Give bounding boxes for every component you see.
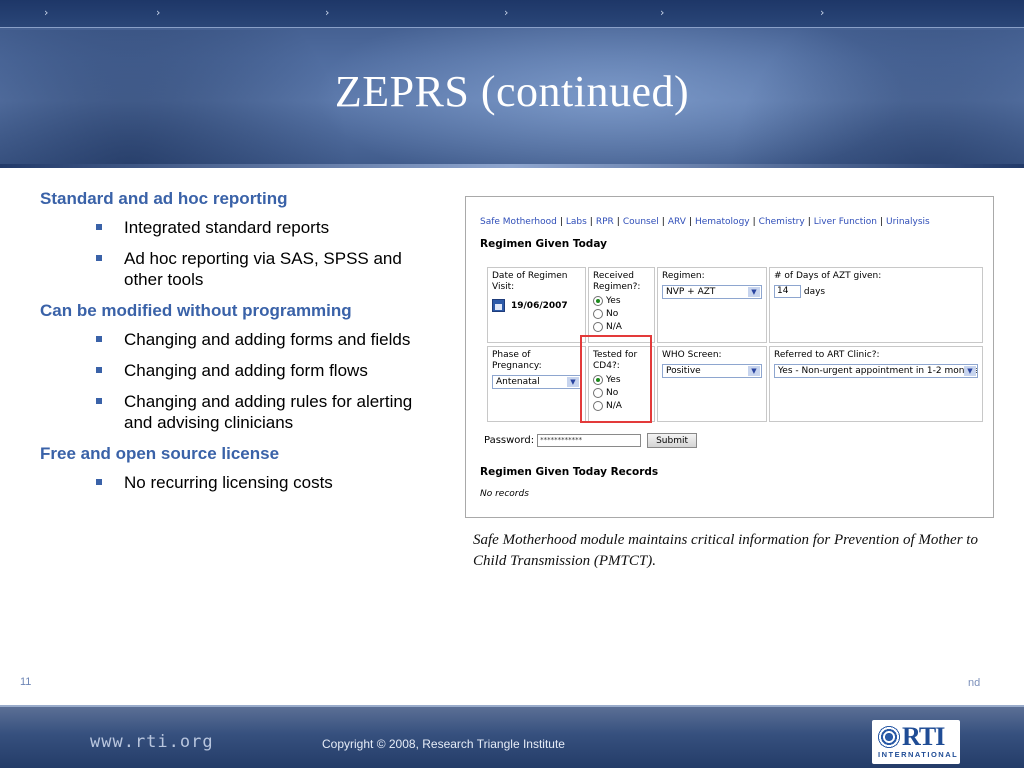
- radio-button-icon[interactable]: [593, 296, 603, 306]
- section-heading: Free and open source license: [40, 444, 280, 463]
- dropdown-arrow-icon[interactable]: ▼: [567, 377, 579, 387]
- radio-button-icon[interactable]: [593, 309, 603, 319]
- bullet-item: Ad hoc reporting via SAS, SPSS and other…: [40, 248, 440, 290]
- tab-liver-function[interactable]: Liver Function: [814, 217, 877, 227]
- header-nav-strip: › › › › › ›: [0, 0, 1024, 28]
- art-cell: Referred to ART Clinic?: Yes - Non-urgen…: [769, 346, 983, 422]
- azt-days-input[interactable]: 14: [774, 285, 801, 298]
- footer-url[interactable]: www.rti.org: [90, 732, 214, 752]
- section-title: Regimen Given Today: [480, 238, 607, 250]
- field-label: Referred to ART Clinic?:: [774, 350, 880, 360]
- tab-rpr[interactable]: RPR: [596, 217, 614, 227]
- art-select[interactable]: Yes - Non-urgent appointment in 1-2 mont…: [774, 364, 978, 378]
- tab-counsel[interactable]: Counsel: [623, 217, 659, 227]
- chevron-right-icon: ›: [820, 6, 825, 19]
- slide-header: › › › › › › ZEPRS (continued): [0, 0, 1024, 168]
- date-cell: Date of Regimen Visit: 19/06/2007: [487, 267, 586, 343]
- field-label: # of Days of AZT given:: [774, 271, 882, 281]
- page-number: 11: [20, 676, 32, 688]
- no-records-text: No records: [480, 489, 529, 499]
- logo-subtext: INTERNATIONAL: [878, 750, 959, 759]
- chevron-right-icon: ›: [156, 6, 161, 19]
- rti-logo-icon: RTI INTERNATIONAL: [872, 720, 960, 764]
- phase-select[interactable]: Antenatal ▼: [492, 375, 581, 389]
- radio-button-icon[interactable]: [593, 322, 603, 332]
- radio-yes[interactable]: Yes: [593, 296, 650, 306]
- chevron-right-icon: ›: [660, 6, 665, 19]
- logo-mark-icon: [878, 726, 900, 748]
- section-heading: Can be modified without programming: [40, 301, 352, 320]
- bullet-icon: [96, 398, 102, 404]
- chevron-right-icon: ›: [325, 6, 330, 19]
- password-input[interactable]: ************: [537, 434, 642, 447]
- regimen-select[interactable]: NVP + AZT ▼: [662, 285, 762, 299]
- who-cell: WHO Screen: Positive ▼: [657, 346, 767, 422]
- password-row: Password: ************ Submit: [484, 433, 698, 448]
- azt-days-cell: # of Days of AZT given: 14 days: [769, 267, 983, 343]
- calendar-icon[interactable]: [492, 299, 505, 312]
- password-label: Password:: [484, 435, 535, 446]
- dropdown-arrow-icon[interactable]: ▼: [748, 366, 760, 376]
- bullet-item: Changing and adding forms and fields: [40, 329, 440, 350]
- slide-title: ZEPRS (continued): [334, 67, 690, 116]
- bullet-icon: [96, 336, 102, 342]
- footer-copyright: Copyright © 2008, Research Triangle Inst…: [322, 737, 565, 751]
- field-label: Received Regimen?:: [593, 271, 641, 292]
- records-title: Regimen Given Today Records: [480, 466, 659, 478]
- submit-button[interactable]: Submit: [647, 433, 698, 448]
- highlight-box: [580, 335, 652, 423]
- dropdown-arrow-icon[interactable]: ▼: [964, 366, 976, 376]
- bullet-item: Changing and adding rules for alerting a…: [40, 391, 440, 433]
- bullet-icon: [96, 367, 102, 373]
- days-unit: days: [803, 287, 826, 297]
- bullet-item: Changing and adding form flows: [40, 360, 440, 381]
- radio-no[interactable]: No: [593, 309, 650, 319]
- tab-urinalysis[interactable]: Urinalysis: [886, 217, 930, 227]
- app-screenshot: Safe Motherhood | Labs | RPR | Counsel | ARV | Hem…: [465, 196, 994, 518]
- bullet-item: Integrated standard reports: [40, 217, 440, 238]
- screenshot-caption: Safe Motherhood module maintains critica…: [473, 532, 978, 569]
- tab-safe-motherhood[interactable]: Safe Motherhood: [480, 217, 557, 227]
- regimen-form: Date of Regimen Visit: 19/06/2007 Receiv…: [487, 267, 983, 425]
- dropdown-arrow-icon[interactable]: ▼: [748, 287, 760, 297]
- logo-text: RTI: [902, 722, 945, 751]
- bullet-icon: [96, 224, 102, 230]
- module-tabs: Safe Motherhood | Labs | RPR | Counsel | ARV | Hem…: [480, 217, 930, 227]
- tab-arv[interactable]: ARV: [668, 217, 686, 227]
- chevron-right-icon: ›: [504, 6, 509, 19]
- chevron-right-icon: ›: [44, 6, 49, 19]
- tab-labs[interactable]: Labs: [566, 217, 587, 227]
- corner-text: nd: [968, 677, 981, 689]
- radio-na[interactable]: N/A: [593, 322, 650, 332]
- bullet-item: No recurring licensing costs: [40, 472, 440, 493]
- bullet-list: Standard and ad hoc reporting Integrated…: [40, 188, 440, 503]
- field-label: Regimen:: [662, 271, 705, 281]
- bullet-icon: [96, 255, 102, 261]
- date-value[interactable]: 19/06/2007: [511, 301, 568, 311]
- header-divider: [0, 164, 1024, 168]
- section-heading: Standard and ad hoc reporting: [40, 189, 288, 208]
- phase-cell: Phase of Pregnancy: Antenatal ▼: [487, 346, 586, 422]
- bullet-icon: [96, 479, 102, 485]
- tab-hematology[interactable]: Hematology: [695, 217, 750, 227]
- slide-footer: www.rti.org Copyright © 2008, Research T…: [0, 705, 1024, 768]
- regimen-cell: Regimen: NVP + AZT ▼: [657, 267, 767, 343]
- field-label: Date of Regimen Visit:: [492, 271, 568, 292]
- who-select[interactable]: Positive ▼: [662, 364, 762, 378]
- field-label: Phase of Pregnancy:: [492, 350, 542, 371]
- tab-chemistry[interactable]: Chemistry: [759, 217, 805, 227]
- received-cell: Received Regimen?: Yes No N/A: [588, 267, 655, 343]
- field-label: WHO Screen:: [662, 350, 722, 360]
